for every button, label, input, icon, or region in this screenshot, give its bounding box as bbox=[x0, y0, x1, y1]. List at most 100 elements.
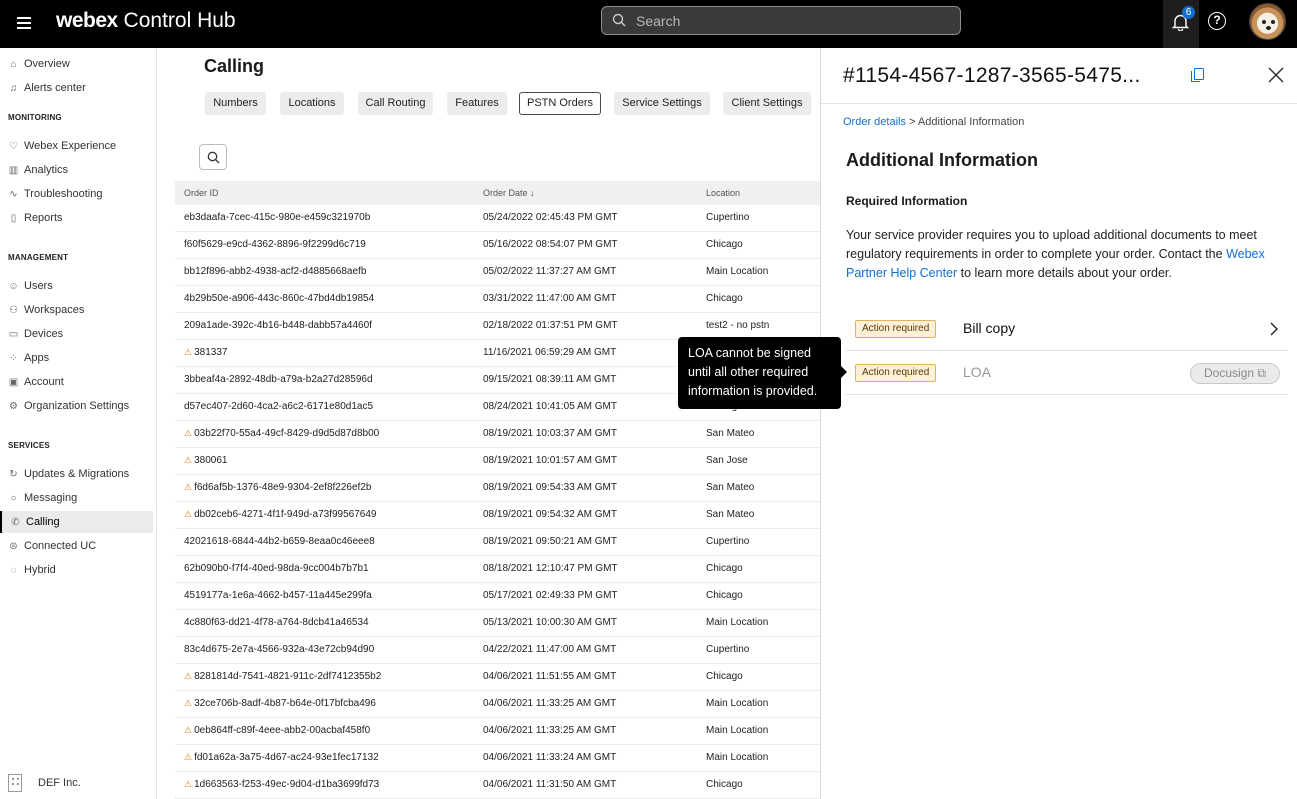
order-id-cell[interactable]: 83c4d675-2e7a-4566-932a-43e72cb94d90 bbox=[184, 644, 374, 655]
order-id-cell[interactable]: 209a1ade-392c-4b16-b448-dabb57a4460f bbox=[184, 320, 372, 331]
order-id: 4c880f63-dd21-4f78-a764-8dcb41a46534 bbox=[184, 617, 369, 628]
table-row[interactable]: ⚠ 8281814d-7541-4821-911c-2df7412355b2 04/… bbox=[175, 664, 820, 691]
column-order-date[interactable]: Order Date ↓ bbox=[483, 188, 535, 198]
tab-call-routing[interactable]: Call Routing bbox=[358, 92, 433, 115]
order-date-cell: 05/16/2022 08:54:07 PM GMT bbox=[483, 239, 618, 250]
order-id-cell[interactable]: ⚠ 8281814d-7541-4821-911c-2df7412355b2 bbox=[184, 671, 381, 682]
sidebar-item-hybrid[interactable]: ◌ Hybrid bbox=[8, 559, 56, 581]
sidebar-item-overview[interactable]: ⌂ Overview bbox=[8, 53, 69, 75]
order-id-cell[interactable]: ⚠ 381337 bbox=[184, 347, 227, 358]
tab-features[interactable]: Features bbox=[447, 92, 507, 115]
sidebar-item-alerts-center[interactable]: ♫ Alerts center bbox=[8, 77, 86, 99]
order-id-cell[interactable]: ⚠ f6d6af5b-1376-48e9-9304-2ef8f226ef2b bbox=[184, 482, 371, 493]
warning-icon: ⚠ bbox=[184, 509, 193, 519]
app-logo[interactable]: webex Control Hub bbox=[56, 9, 236, 33]
order-id-cell[interactable]: ⚠ 0eb864ff-c89f-4eee-abb2-00acbaf458f0 bbox=[184, 725, 370, 736]
sidebar-item-reports[interactable]: ▯ Reports bbox=[8, 207, 63, 229]
table-row[interactable]: ⚠ fd01a62a-3a75-4d67-ac24-93e1fec17132 04/… bbox=[175, 745, 820, 772]
org-switcher[interactable]: DEF Inc. bbox=[8, 774, 81, 792]
order-id-cell[interactable]: d57ec407-2d60-4ca2-a6c2-6171e80d1ac5 bbox=[184, 401, 373, 412]
order-id-cell[interactable]: bb12f896-abb2-4938-acf2-d4885668aefb bbox=[184, 266, 366, 277]
table-row[interactable]: eb3daafa-7cec-415c-980e-e459c321970b 05/2… bbox=[175, 205, 820, 232]
tab-locations[interactable]: Locations bbox=[280, 92, 344, 115]
column-order-id[interactable]: Order ID bbox=[184, 188, 219, 198]
table-row[interactable]: 62b090b0-f7f4-40ed-98da-9cc004b7b7b1 08/1… bbox=[175, 556, 820, 583]
sidebar-item-workspaces[interactable]: ⚇ Workspaces bbox=[8, 299, 84, 321]
order-id-cell[interactable]: ⚠ 1d663563-f253-49ec-9d04-d1ba3699fd73 bbox=[184, 779, 379, 790]
table-row[interactable]: 4519177a-1e6a-4662-b457-11a445e299fa 05/1… bbox=[175, 583, 820, 610]
table-row[interactable]: f60f5629-e9cd-4362-8896-9f2299d6c719 05/1… bbox=[175, 232, 820, 259]
sidebar-item-calling[interactable]: ✆ Calling bbox=[0, 511, 153, 533]
location-cell: test2 - no pstn bbox=[706, 320, 770, 331]
order-date-cell: 05/13/2021 10:00:30 AM GMT bbox=[483, 617, 617, 628]
order-id-cell[interactable]: eb3daafa-7cec-415c-980e-e459c321970b bbox=[184, 212, 370, 223]
table-row[interactable]: ⚠ 1d663563-f253-49ec-9d04-d1ba3699fd73 04/… bbox=[175, 772, 820, 799]
search-box[interactable] bbox=[601, 6, 961, 35]
sidebar-item-troubleshooting[interactable]: ∿ Troubleshooting bbox=[8, 183, 102, 205]
table-row[interactable]: 4b29b50e-a906-443c-860c-47bd4db19854 03/3… bbox=[175, 286, 820, 313]
order-id-cell[interactable]: ⚠ 380061 bbox=[184, 455, 227, 466]
sidebar-item-analytics[interactable]: ▥ Analytics bbox=[8, 159, 68, 181]
tab-pstn-orders[interactable]: PSTN Orders bbox=[519, 92, 601, 115]
cloud-icon: ⊜ bbox=[9, 540, 18, 552]
brand-name: webex bbox=[56, 9, 118, 32]
sidebar-item-label: Hybrid bbox=[24, 564, 56, 576]
order-id-cell[interactable]: ⚠ db02ceb6-4271-4f1f-949d-a73f99567649 bbox=[184, 509, 376, 520]
sidebar-item-webex-experience[interactable]: ♡ Webex Experience bbox=[8, 135, 116, 157]
sidebar-item-account[interactable]: ▣ Account bbox=[8, 371, 64, 393]
sidebar-item-updates-migrations[interactable]: ↻ Updates & Migrations bbox=[8, 463, 129, 485]
table-row[interactable]: 83c4d675-2e7a-4566-932a-43e72cb94d90 04/2… bbox=[175, 637, 820, 664]
tab-client-settings[interactable]: Client Settings bbox=[723, 92, 811, 115]
sidebar-item-users[interactable]: ☺ Users bbox=[8, 275, 52, 297]
sidebar-item-devices[interactable]: ▭ Devices bbox=[8, 323, 63, 345]
table-row[interactable]: 42021618-6844-44b2-b659-8eaa0c46eee8 08/1… bbox=[175, 529, 820, 556]
order-id-cell[interactable]: f60f5629-e9cd-4362-8896-9f2299d6c719 bbox=[184, 239, 366, 250]
order-id-cell[interactable]: ⚠ fd01a62a-3a75-4d67-ac24-93e1fec17132 bbox=[184, 752, 379, 763]
sidebar-item-messaging[interactable]: ○ Messaging bbox=[8, 487, 77, 509]
notifications-button[interactable]: 6 bbox=[1163, 0, 1199, 48]
order-id-cell[interactable]: 4c880f63-dd21-4f78-a764-8dcb41a46534 bbox=[184, 617, 369, 628]
order-id-cell[interactable]: 62b090b0-f7f4-40ed-98da-9cc004b7b7b1 bbox=[184, 563, 369, 574]
copy-icon[interactable] bbox=[1191, 68, 1204, 82]
sidebar-item-label: Alerts center bbox=[24, 82, 86, 94]
breadcrumb-order-details[interactable]: Order details bbox=[843, 116, 906, 128]
table-row[interactable]: bb12f896-abb2-4938-acf2-d4885668aefb 05/0… bbox=[175, 259, 820, 286]
order-id-cell[interactable]: ⚠ 03b22f70-55a4-49cf-8429-d9d5d87d8b00 bbox=[184, 428, 379, 439]
menu-icon[interactable] bbox=[14, 14, 34, 34]
order-date-cell: 04/06/2021 11:51:55 AM GMT bbox=[483, 671, 617, 682]
warning-icon: ⚠ bbox=[184, 725, 193, 735]
table-row[interactable]: ⚠ 32ce706b-8adf-4b87-b64e-0f17bfcba496 04/… bbox=[175, 691, 820, 718]
order-id-cell[interactable]: ⚠ 32ce706b-8adf-4b87-b64e-0f17bfcba496 bbox=[184, 698, 376, 709]
sidebar-item-organization-settings[interactable]: ⚙ Organization Settings bbox=[8, 395, 129, 417]
table-row[interactable]: ⚠ 0eb864ff-c89f-4eee-abb2-00acbaf458f0 04/… bbox=[175, 718, 820, 745]
tab-service-settings[interactable]: Service Settings bbox=[614, 92, 710, 115]
avatar[interactable] bbox=[1249, 3, 1286, 40]
location-cell: San Mateo bbox=[706, 509, 755, 520]
search-input[interactable] bbox=[636, 10, 946, 31]
order-id-cell[interactable]: 3bbeaf4a-2892-48db-a79a-b2a27d28596d bbox=[184, 374, 373, 385]
order-id-cell[interactable]: 4519177a-1e6a-4662-b457-11a445e299fa bbox=[184, 590, 372, 601]
order-date-cell: 04/06/2021 11:33:25 AM GMT bbox=[483, 698, 617, 709]
breadcrumb-separator: > bbox=[905, 116, 918, 128]
required-item-bill-copy[interactable]: Action required Bill copy bbox=[846, 307, 1288, 351]
table-row[interactable]: 209a1ade-392c-4b16-b448-dabb57a4460f 02/1… bbox=[175, 313, 820, 340]
table-row[interactable]: ⚠ db02ceb6-4271-4f1f-949d-a73f99567649 08/… bbox=[175, 502, 820, 529]
table-search-button[interactable] bbox=[199, 144, 227, 170]
order-id-cell[interactable]: 4b29b50e-a906-443c-860c-47bd4db19854 bbox=[184, 293, 374, 304]
close-icon[interactable] bbox=[1266, 65, 1286, 85]
table-row[interactable]: ⚠ 03b22f70-55a4-49cf-8429-d9d5d87d8b00 08/… bbox=[175, 421, 820, 448]
table-row[interactable]: ⚠ f6d6af5b-1376-48e9-9304-2ef8f226ef2b 08/… bbox=[175, 475, 820, 502]
order-id: eb3daafa-7cec-415c-980e-e459c321970b bbox=[184, 212, 371, 223]
docusign-button[interactable]: Docusign ⧉ bbox=[1190, 363, 1280, 384]
help-icon[interactable]: ? bbox=[1208, 12, 1226, 30]
sidebar-item-apps[interactable]: ⁘ Apps bbox=[8, 347, 49, 369]
warning-icon: ⚠ bbox=[184, 671, 193, 681]
table-row[interactable]: ⚠ 380061 08/19/2021 10:01:57 AM GMT San Jos… bbox=[175, 448, 820, 475]
table-row[interactable]: 4c880f63-dd21-4f78-a764-8dcb41a46534 05/1… bbox=[175, 610, 820, 637]
column-location[interactable]: Location bbox=[706, 188, 740, 198]
order-id-cell[interactable]: 42021618-6844-44b2-b659-8eaa0c46eee8 bbox=[184, 536, 375, 547]
tab-numbers[interactable]: Numbers bbox=[205, 92, 266, 115]
sidebar-item-connected-uc[interactable]: ⊜ Connected UC bbox=[8, 535, 96, 557]
avatar-eye bbox=[1271, 20, 1275, 24]
order-id: 0eb864ff-c89f-4eee-abb2-00acbaf458f0 bbox=[194, 725, 371, 736]
